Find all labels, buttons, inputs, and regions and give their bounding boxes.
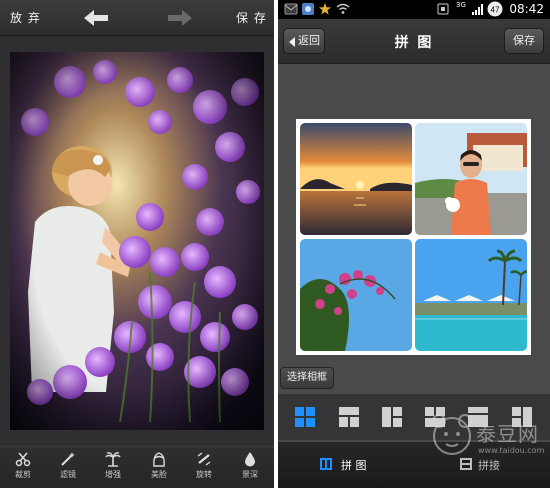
depth-label: 景深 (242, 470, 258, 479)
photo-canvas[interactable] (10, 52, 264, 430)
mascot-logo-icon (432, 414, 472, 455)
watermark-url: www.taidou.com (478, 446, 545, 455)
status-bar: 3G 47 08:42 (278, 0, 550, 19)
collage-cell[interactable] (300, 239, 412, 351)
collage-cell[interactable] (415, 239, 527, 351)
rotate-tool[interactable]: 旋转 (183, 451, 225, 488)
clock: 08:42 (509, 2, 544, 16)
star-icon (319, 3, 331, 15)
depth-tool[interactable]: 景深 (229, 451, 271, 488)
collage-header: 返回 拼 图 保存 (278, 19, 550, 64)
enhance-tool[interactable]: 增强 (92, 451, 134, 488)
network-type: 3G (456, 1, 466, 9)
battery-level: 47 (491, 6, 500, 15)
layout-left-tall-icon[interactable] (381, 406, 403, 428)
drop-icon (245, 452, 255, 467)
filter-tool[interactable]: 滤镜 (47, 451, 89, 488)
editor-toolbar: 裁剪 滤镜 增强 美脸 旋转 景深 (0, 446, 274, 488)
select-frame-button[interactable]: 选择相框 (280, 367, 334, 389)
undo-arrow-icon[interactable] (80, 6, 114, 30)
sunset-sea-photo (300, 123, 412, 235)
save-button[interactable]: 保存 (504, 28, 544, 54)
enhance-label: 增强 (105, 470, 121, 479)
woman-portrait-photo (415, 123, 527, 235)
beauty-label: 美脸 (151, 470, 167, 479)
app-notification-icon (302, 3, 314, 15)
face-icon (153, 452, 165, 467)
tab-collage[interactable]: 拼 图 (278, 442, 414, 488)
battery-icon: 47 (487, 1, 503, 17)
sim-icon (437, 3, 449, 15)
collage-tab-icon (320, 458, 332, 470)
collage-preview[interactable] (296, 119, 531, 355)
watermark-text: 泰豆网 (476, 422, 539, 446)
collage-tab-label: 拼 图 (341, 459, 367, 472)
bougainvillea-sky-photo (300, 239, 412, 351)
resort-pool-photo (415, 239, 527, 351)
beauty-tool[interactable]: 美脸 (138, 451, 180, 488)
magic-wand-icon (61, 452, 75, 466)
signal-icon (472, 4, 483, 15)
collage-cell[interactable] (300, 123, 412, 235)
discard-button[interactable]: 放 弃 (10, 9, 41, 26)
wifi-icon (336, 3, 350, 14)
site-watermark: 泰豆网 www.taidou.com (428, 412, 546, 476)
collage-screen: 3G 47 08:42 返回 拼 图 保存 选择相框 拼 图 拼接 泰豆网 ww… (278, 0, 550, 488)
filter-label: 滤镜 (60, 470, 76, 479)
editor-top-bar: 放 弃 保 存 (0, 0, 274, 36)
save-button[interactable]: 保 存 (236, 9, 267, 26)
layout-grid-2x2-icon[interactable] (294, 406, 316, 428)
layout-top-wide-icon[interactable] (338, 406, 360, 428)
crop-label: 裁剪 (15, 470, 31, 479)
rotate-icon (197, 452, 211, 466)
mail-icon (284, 3, 298, 15)
rotate-label: 旋转 (196, 470, 212, 479)
redo-arrow-icon[interactable] (162, 6, 196, 30)
girl-flowers-photo (10, 52, 264, 430)
scissors-icon (15, 452, 31, 467)
editor-screen: 放 弃 保 存 裁剪 滤镜 增强 美脸 旋转 景深 (0, 0, 274, 488)
collage-cell[interactable] (415, 123, 527, 235)
crop-tool[interactable]: 裁剪 (2, 451, 44, 488)
palm-tree-icon (105, 452, 121, 467)
